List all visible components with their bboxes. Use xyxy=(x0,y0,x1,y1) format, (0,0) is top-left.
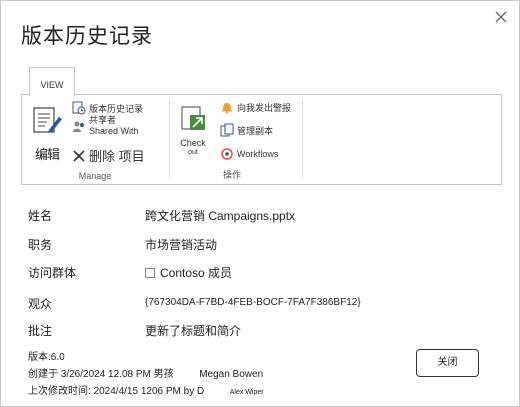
checkout-button[interactable]: Check out xyxy=(176,105,210,158)
property-label: 观众 xyxy=(28,297,53,311)
bell-icon xyxy=(222,103,232,114)
version-number: 版本:6.0 xyxy=(28,352,65,363)
property-value: Contoso 成员 xyxy=(160,266,233,280)
modified-by-avatar xyxy=(209,385,224,398)
modified-by[interactable]: Alex Wiper xyxy=(230,389,264,396)
manage-copies-icon xyxy=(220,123,234,137)
property-label: 姓名 xyxy=(28,209,53,223)
edit-label: 编辑 xyxy=(34,147,60,162)
dialog-title: 版本历史记录 xyxy=(21,24,153,48)
property-label: 职务 xyxy=(28,238,53,252)
tab-view[interactable]: VIEW xyxy=(29,67,75,96)
shared-with-button[interactable]: 共享者 Shared With xyxy=(72,115,139,137)
manage-copies-label: 管理副本 xyxy=(237,125,274,136)
shared-with-icon xyxy=(73,121,84,132)
checkout-icon xyxy=(181,106,205,130)
edit-icon xyxy=(33,107,62,133)
group-divider xyxy=(302,101,303,177)
created-by[interactable]: Megan Bowen xyxy=(199,369,263,380)
checkbox[interactable] xyxy=(145,267,155,278)
manage-group-label: Manage xyxy=(78,171,112,181)
actions-group-label: 操作 xyxy=(222,170,241,180)
group-divider xyxy=(169,101,170,177)
workflows-icon xyxy=(221,148,233,160)
property-value: 跨文化营销 Campaigns.pptx xyxy=(145,209,296,223)
version-history-icon xyxy=(72,101,86,115)
version-info: 版本:6.0 创建于 3/26/2024 12.08 PM 男孩 Megan B… xyxy=(28,349,264,400)
version-history-button[interactable]: 版本历史记录 xyxy=(72,101,143,115)
delete-item-label: 删除 项目 xyxy=(89,149,145,164)
property-value: {767304DA-F7BD-4FEB-BOCF-7FA7F386BF12} xyxy=(145,297,361,308)
shared-with-label: Shared With xyxy=(89,126,139,136)
shared-with-label-cn: 共享者 xyxy=(89,115,117,125)
close-button[interactable]: 关闭 xyxy=(416,349,479,377)
manage-copies-button[interactable]: 管理副本 xyxy=(220,123,273,137)
delete-item-button[interactable]: 删除 项目 xyxy=(72,146,145,165)
delete-icon xyxy=(73,149,85,162)
property-label: 批注 xyxy=(28,324,53,338)
created-by-avatar xyxy=(180,368,193,381)
alert-me-button[interactable]: 向我发出警报 xyxy=(220,100,291,114)
version-history-dialog: 版本历史记录 VIEW 编辑 版本历史记录 共享者 Shared With 删除… xyxy=(0,0,520,407)
edit-button[interactable]: 编辑 xyxy=(30,105,64,163)
close-icon[interactable] xyxy=(493,9,509,25)
ribbon: 编辑 版本历史记录 共享者 Shared With 删除 项目 Manage C… xyxy=(21,94,502,185)
workflows-button[interactable]: Workflows xyxy=(220,147,278,161)
version-history-label: 版本历史记录 xyxy=(89,103,144,114)
created-info: 创建于 3/26/2024 12.08 PM 男孩 Megan Bowen xyxy=(28,368,264,381)
property-value: 市场营销活动 xyxy=(145,238,218,252)
checkout-label: Check out xyxy=(180,138,206,156)
property-label: 访问群体 xyxy=(28,266,77,280)
workflows-label: Workflows xyxy=(237,149,279,159)
alert-me-label: 向我发出警报 xyxy=(237,102,292,113)
modified-info: 上次修改时间: 2024/4/15 1206 PM by D Alex Wipe… xyxy=(28,385,264,398)
property-value: 更新了标题和简介 xyxy=(145,324,242,338)
